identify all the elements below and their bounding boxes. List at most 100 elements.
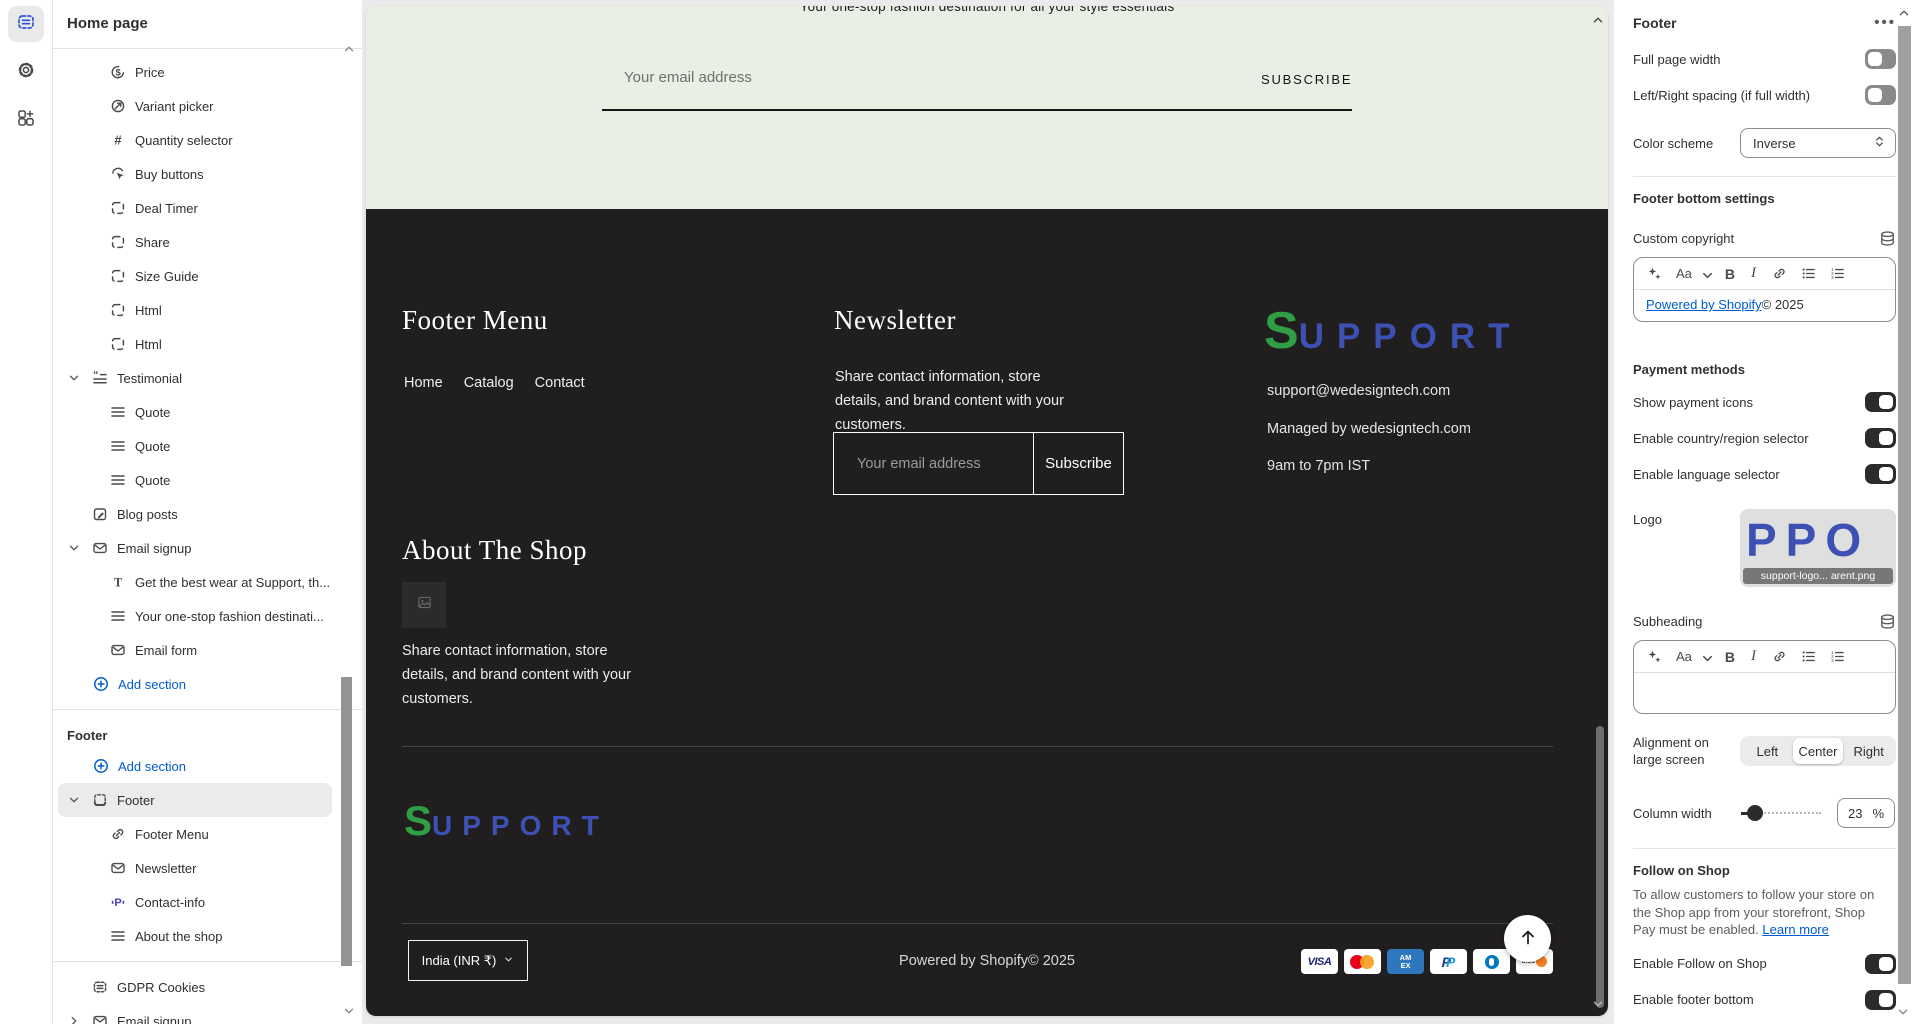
tree-item-quote[interactable]: Quote [58,463,332,497]
add-section-button[interactable]: Add section [58,667,332,701]
lines-icon [110,404,126,420]
numbered-list-icon[interactable]: 123 [1830,649,1845,664]
chevron-down-icon[interactable] [67,792,83,808]
tree-item-your-one-stop-fashion-destinati[interactable]: Your one-stop fashion destinati... [58,599,332,633]
alignment-right-button[interactable]: Right [1843,738,1894,764]
tree-item-email-signup[interactable]: Email signup [58,1004,332,1024]
preview-scrollbar[interactable] [1596,726,1604,1008]
color-scheme-select[interactable]: Inverse [1740,128,1896,158]
subheading-editor-content[interactable] [1634,673,1895,713]
copyright-link[interactable]: Powered by Shopify [1646,297,1762,312]
theme-preview: Your one-stop fashion destination for al… [366,6,1608,1016]
chevron-down-icon[interactable] [67,370,83,386]
footer-menu-links: Home Catalog Contact [404,375,585,391]
link-icon[interactable] [1772,266,1787,281]
column-width-slider[interactable] [1741,804,1821,822]
banner-heading: Your one-stop fashion destination for al… [366,6,1608,14]
panel-divider [1633,848,1896,849]
banner-email-input[interactable]: Your email address [624,69,752,86]
sidebar-scrollbar[interactable] [341,677,352,966]
footer-link-contact[interactable]: Contact [535,375,585,391]
tree-item-quote[interactable]: Quote [58,395,332,429]
newsletter-email-input[interactable]: Your email address [834,433,1033,494]
italic-button[interactable]: I [1749,648,1758,665]
panel-scroll-down-icon[interactable] [1896,1005,1911,1020]
sidebar-scroll-up-icon[interactable] [342,42,356,56]
magic-icon[interactable] [1647,649,1662,664]
preview-scroll-up-icon[interactable] [1591,13,1605,27]
toggle-show-payment-icons[interactable] [1865,392,1896,412]
tree-item-newsletter[interactable]: Newsletter [58,851,332,885]
tree-item-contact-info[interactable]: PContact-info [58,885,332,919]
scroll-to-top-button[interactable] [1504,915,1551,962]
banner-subscribe-button[interactable]: SUBSCRIBE [1261,72,1352,87]
tree-item-quantity-selector[interactable]: #Quantity selector [58,123,332,157]
italic-button[interactable]: I [1749,265,1758,282]
tree-item-testimonial[interactable]: “Testimonial [58,361,332,395]
tree-item-gdpr-cookies[interactable]: GDPR Cookies [58,970,332,1004]
panel-scroll-up-icon[interactable] [1897,6,1911,20]
newsletter-subscribe-button[interactable]: Subscribe [1033,433,1123,494]
tree-item-share[interactable]: Share [58,225,332,259]
alignment-center-button[interactable]: Center [1793,738,1844,764]
logo-image-picker[interactable]: PPO support-logo... arent.png [1740,509,1896,587]
tree-item-about-the-shop[interactable]: About the shop [58,919,332,953]
tree-item-price[interactable]: $Price [58,55,332,89]
bold-button[interactable]: B [1725,266,1735,282]
slider-knob[interactable] [1747,805,1763,821]
add-section-button[interactable]: Add section [58,749,332,783]
toggle-enable-follow-on-shop[interactable] [1865,954,1896,974]
tree-item-buy-buttons[interactable]: Buy buttons [58,157,332,191]
sidebar-scroll-down-icon[interactable] [342,1004,356,1018]
tree-item-get-the-best-wear-at-support-th[interactable]: TGet the best wear at Support, th... [58,565,332,599]
tree-item-size-guide[interactable]: Size Guide [58,259,332,293]
panel-scrollbar[interactable] [1898,26,1911,984]
footer-link-home[interactable]: Home [404,375,443,391]
link-icon[interactable] [1772,649,1787,664]
font-style-button[interactable]: Aa [1676,649,1692,664]
bullet-list-icon[interactable] [1801,649,1816,664]
theme-settings-nav-button[interactable] [8,54,44,90]
column-width-value: 23 [1848,806,1862,821]
apps-nav-button[interactable] [8,102,44,138]
tree-item-footer[interactable]: Footer [58,783,332,817]
tree-item-email-form[interactable]: Email form [58,633,332,667]
toggle-enable-country-region-selector[interactable] [1865,428,1896,448]
alignment-left-button[interactable]: Left [1742,738,1793,764]
tree-item-email-signup[interactable]: Email signup [58,531,332,565]
bullet-list-icon[interactable] [1801,266,1816,281]
tree-item-footer-menu[interactable]: Footer Menu [58,817,332,851]
tree-item-label: Footer [117,793,155,808]
toggle-full-page-width[interactable] [1865,49,1896,69]
column-width-input[interactable]: 23 % [1837,798,1895,828]
chevron-down-icon[interactable] [67,540,83,556]
svg-text:$: $ [116,67,122,78]
numbered-list-icon[interactable]: 123 [1830,266,1845,281]
copyright-editor-content[interactable]: Powered by Shopify© 2025 [1634,290,1895,321]
magic-icon[interactable] [1647,266,1662,281]
tree-item-html[interactable]: Html [58,293,332,327]
chevron-down-icon[interactable] [1700,268,1711,279]
tree-item-html[interactable]: Html [58,327,332,361]
preview-scroll-down-icon[interactable] [1591,997,1605,1011]
sections-nav-button[interactable] [8,6,44,42]
panel-menu-button[interactable]: ••• [1874,18,1896,28]
toggle-enable-footer-bottom[interactable] [1865,990,1896,1010]
dynamic-source-icon[interactable] [1879,230,1896,247]
tree-item-label: Contact-info [135,895,205,910]
chevron-down-icon[interactable] [1700,651,1711,662]
footer-link-catalog[interactable]: Catalog [464,375,514,391]
tree-item-deal-timer[interactable]: Deal Timer [58,191,332,225]
dynamic-source-icon[interactable] [1879,613,1896,630]
tree-item-quote[interactable]: Quote [58,429,332,463]
chevron-right-icon[interactable] [67,1013,83,1024]
payment-icon-diners [1473,949,1510,974]
learn-more-link[interactable]: Learn more [1762,922,1828,937]
toggle-enable-language-selector[interactable] [1865,464,1896,484]
tree-item-blog-posts[interactable]: Blog posts [58,497,332,531]
bold-button[interactable]: B [1725,649,1735,665]
toggle-left-right-spacing-if-full-width[interactable] [1865,85,1896,105]
font-style-button[interactable]: Aa [1676,266,1692,281]
tree-item-variant-picker[interactable]: Variant picker [58,89,332,123]
tree-item-label: Your one-stop fashion destinati... [135,609,324,624]
